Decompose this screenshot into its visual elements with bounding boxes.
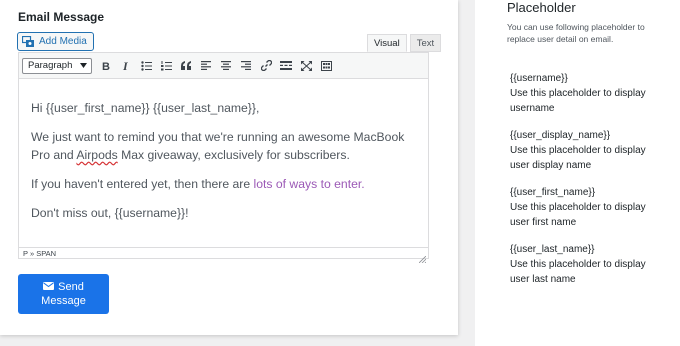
- content-paragraph: We just want to remind you that we're ru…: [31, 128, 416, 164]
- align-right-icon[interactable]: [236, 56, 256, 76]
- chevron-down-icon: [80, 60, 87, 71]
- closing-text: Don't miss out, {{username}}!: [31, 206, 189, 220]
- editor-tabs: Visual Text: [364, 34, 442, 52]
- toolbar-toggle-icon[interactable]: [316, 56, 336, 76]
- blockquote-icon[interactable]: [176, 56, 196, 76]
- rich-text-editor: Paragraph B I Hi {{user_first_name}} {{u…: [18, 52, 429, 264]
- placeholder-item: {{username}} Use this placeholder to dis…: [510, 71, 660, 116]
- media-icon: [22, 35, 35, 48]
- placeholder-desc: Use this placeholder to display user fir…: [510, 202, 646, 228]
- placeholder-desc: Use this placeholder to display user las…: [510, 259, 646, 285]
- placeholder-token: {{user_display_name}}: [510, 130, 611, 141]
- align-left-icon[interactable]: [196, 56, 216, 76]
- greeting-text: Hi {{user_first_name}} {{user_last_name}…: [31, 101, 260, 115]
- content-paragraph: Hi {{user_first_name}} {{user_last_name}…: [31, 99, 416, 117]
- tab-visual[interactable]: Visual: [367, 34, 407, 52]
- element-path[interactable]: P » SPAN: [23, 249, 56, 258]
- tab-text[interactable]: Text: [409, 34, 442, 52]
- placeholder-item: {{user_first_name}} Use this placeholder…: [510, 185, 660, 230]
- email-message-panel: Email Message Add Media Visual Text Para…: [0, 0, 458, 335]
- placeholder-title: Placeholder: [507, 0, 576, 15]
- placeholder-panel: Placeholder You can use following placeh…: [475, 0, 680, 346]
- placeholder-token: {{user_first_name}}: [510, 187, 596, 198]
- add-media-button[interactable]: Add Media: [17, 32, 94, 51]
- placeholder-description: You can use following placeholder to rep…: [507, 22, 645, 44]
- send-label: Send: [58, 281, 84, 293]
- section-title: Email Message: [18, 10, 105, 24]
- format-select-value: Paragraph: [28, 60, 73, 71]
- placeholder-list: {{username}} Use this placeholder to dis…: [510, 71, 660, 299]
- svg-text:I: I: [122, 60, 129, 71]
- placeholder-token: {{user_last_name}}: [510, 244, 595, 255]
- editor-toolbar: Paragraph B I: [19, 53, 428, 79]
- format-select[interactable]: Paragraph: [22, 57, 92, 74]
- entry-link[interactable]: lots of ways to enter.: [254, 177, 365, 191]
- placeholder-item: {{user_last_name}} Use this placeholder …: [510, 242, 660, 287]
- placeholder-item: {{user_display_name}} Use this placehold…: [510, 128, 660, 173]
- misspelled-word: Airpods: [76, 148, 118, 162]
- editor-content[interactable]: Hi {{user_first_name}} {{user_last_name}…: [31, 99, 416, 233]
- fullscreen-icon[interactable]: [296, 56, 316, 76]
- align-center-icon[interactable]: [216, 56, 236, 76]
- content-paragraph: Don't miss out, {{username}}!: [31, 204, 416, 222]
- resize-handle-icon[interactable]: [418, 250, 427, 264]
- svg-text:B: B: [102, 61, 110, 71]
- send-label-line2: Message: [41, 295, 86, 307]
- read-more-icon[interactable]: [276, 56, 296, 76]
- send-message-button[interactable]: Send Message: [18, 274, 109, 314]
- italic-icon[interactable]: I: [116, 56, 136, 76]
- link-icon[interactable]: [256, 56, 276, 76]
- placeholder-token: {{username}}: [510, 73, 568, 84]
- envelope-icon: [43, 280, 55, 294]
- body-text: Max giveaway, exclusively for subscriber…: [117, 148, 350, 162]
- placeholder-desc: Use this placeholder to display username: [510, 88, 646, 114]
- placeholder-desc: Use this placeholder to display user dis…: [510, 145, 646, 171]
- numbered-list-icon[interactable]: [156, 56, 176, 76]
- add-media-label: Add Media: [39, 36, 87, 47]
- editor-statusbar: P » SPAN: [19, 247, 428, 258]
- body-text: If you haven't entered yet, then there a…: [31, 177, 254, 191]
- content-paragraph: If you haven't entered yet, then there a…: [31, 175, 416, 193]
- bullet-list-icon[interactable]: [136, 56, 156, 76]
- bold-icon[interactable]: B: [96, 56, 116, 76]
